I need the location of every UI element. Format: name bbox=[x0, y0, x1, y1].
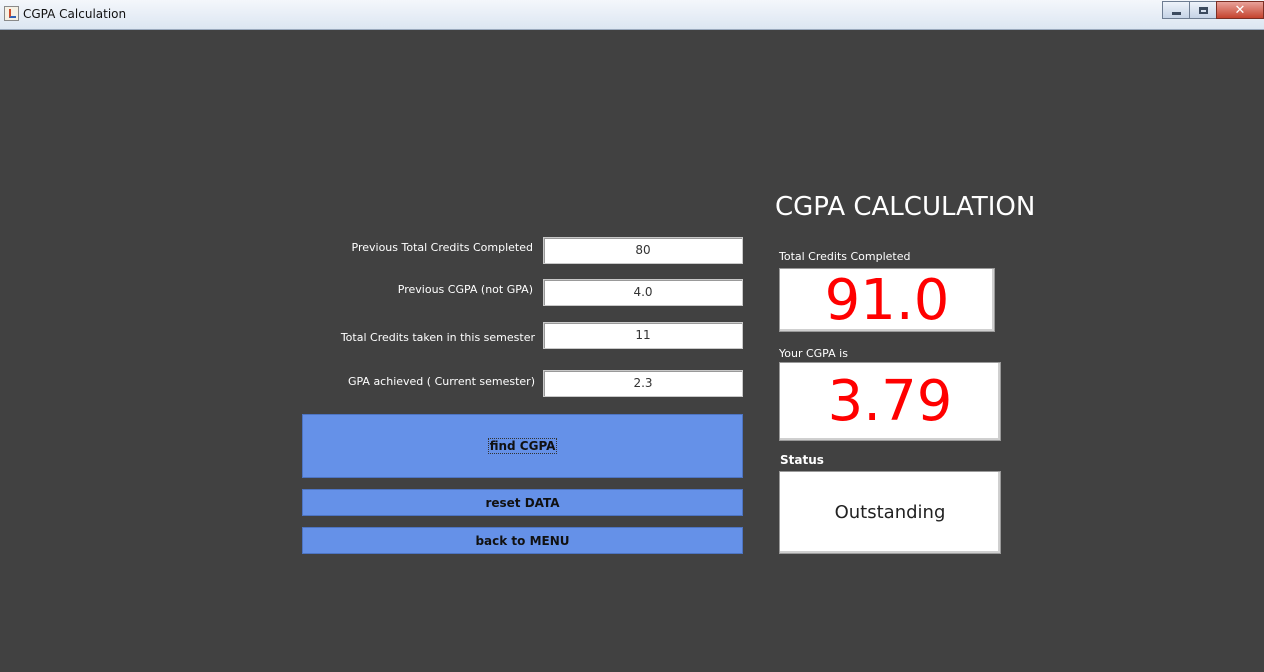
close-button[interactable]: ✕ bbox=[1216, 1, 1264, 19]
minimize-button[interactable] bbox=[1162, 1, 1190, 19]
window-title: CGPA Calculation bbox=[23, 7, 127, 21]
gpa-field[interactable]: 2.3 bbox=[543, 370, 743, 397]
status-label: Status bbox=[780, 453, 824, 467]
prev-cgpa-label: Previous CGPA (not GPA) bbox=[397, 283, 533, 296]
cgpa-result: 3.79 bbox=[779, 362, 1001, 441]
minimize-icon bbox=[1171, 11, 1181, 15]
status-value: Outstanding bbox=[834, 502, 946, 523]
prev-credits-field[interactable]: 80 bbox=[543, 237, 743, 264]
sem-credits-label: Total Credits taken in this semester bbox=[340, 331, 535, 344]
java-app-icon[interactable] bbox=[4, 6, 19, 21]
reset-data-button[interactable]: reset DATA bbox=[302, 489, 743, 516]
window-controls: ✕ bbox=[1162, 1, 1264, 21]
close-icon: ✕ bbox=[1234, 2, 1246, 18]
total-credits-result: 91.0 bbox=[779, 267, 995, 333]
status-result: Outstanding bbox=[779, 471, 1001, 554]
maximize-icon bbox=[1198, 6, 1208, 14]
total-credits-value: 91.0 bbox=[824, 267, 950, 333]
find-cgpa-button[interactable]: find CGPA bbox=[302, 414, 743, 478]
cgpa-result-label: Your CGPA is bbox=[779, 347, 848, 360]
find-cgpa-label: find CGPA bbox=[487, 438, 558, 454]
prev-credits-label: Previous Total Credits Completed bbox=[351, 241, 533, 254]
prev-cgpa-field[interactable]: 4.0 bbox=[543, 279, 743, 306]
results-heading: CGPA CALCULATION bbox=[775, 192, 1036, 222]
gpa-label: GPA achieved ( Current semester) bbox=[347, 375, 535, 388]
cgpa-value: 3.79 bbox=[827, 369, 953, 434]
title-bar: CGPA Calculation ✕ bbox=[0, 0, 1264, 30]
total-credits-label: Total Credits Completed bbox=[779, 250, 911, 263]
maximize-button[interactable] bbox=[1189, 1, 1217, 19]
sem-credits-field[interactable]: 11 bbox=[543, 322, 743, 349]
back-to-menu-button[interactable]: back to MENU bbox=[302, 527, 743, 554]
